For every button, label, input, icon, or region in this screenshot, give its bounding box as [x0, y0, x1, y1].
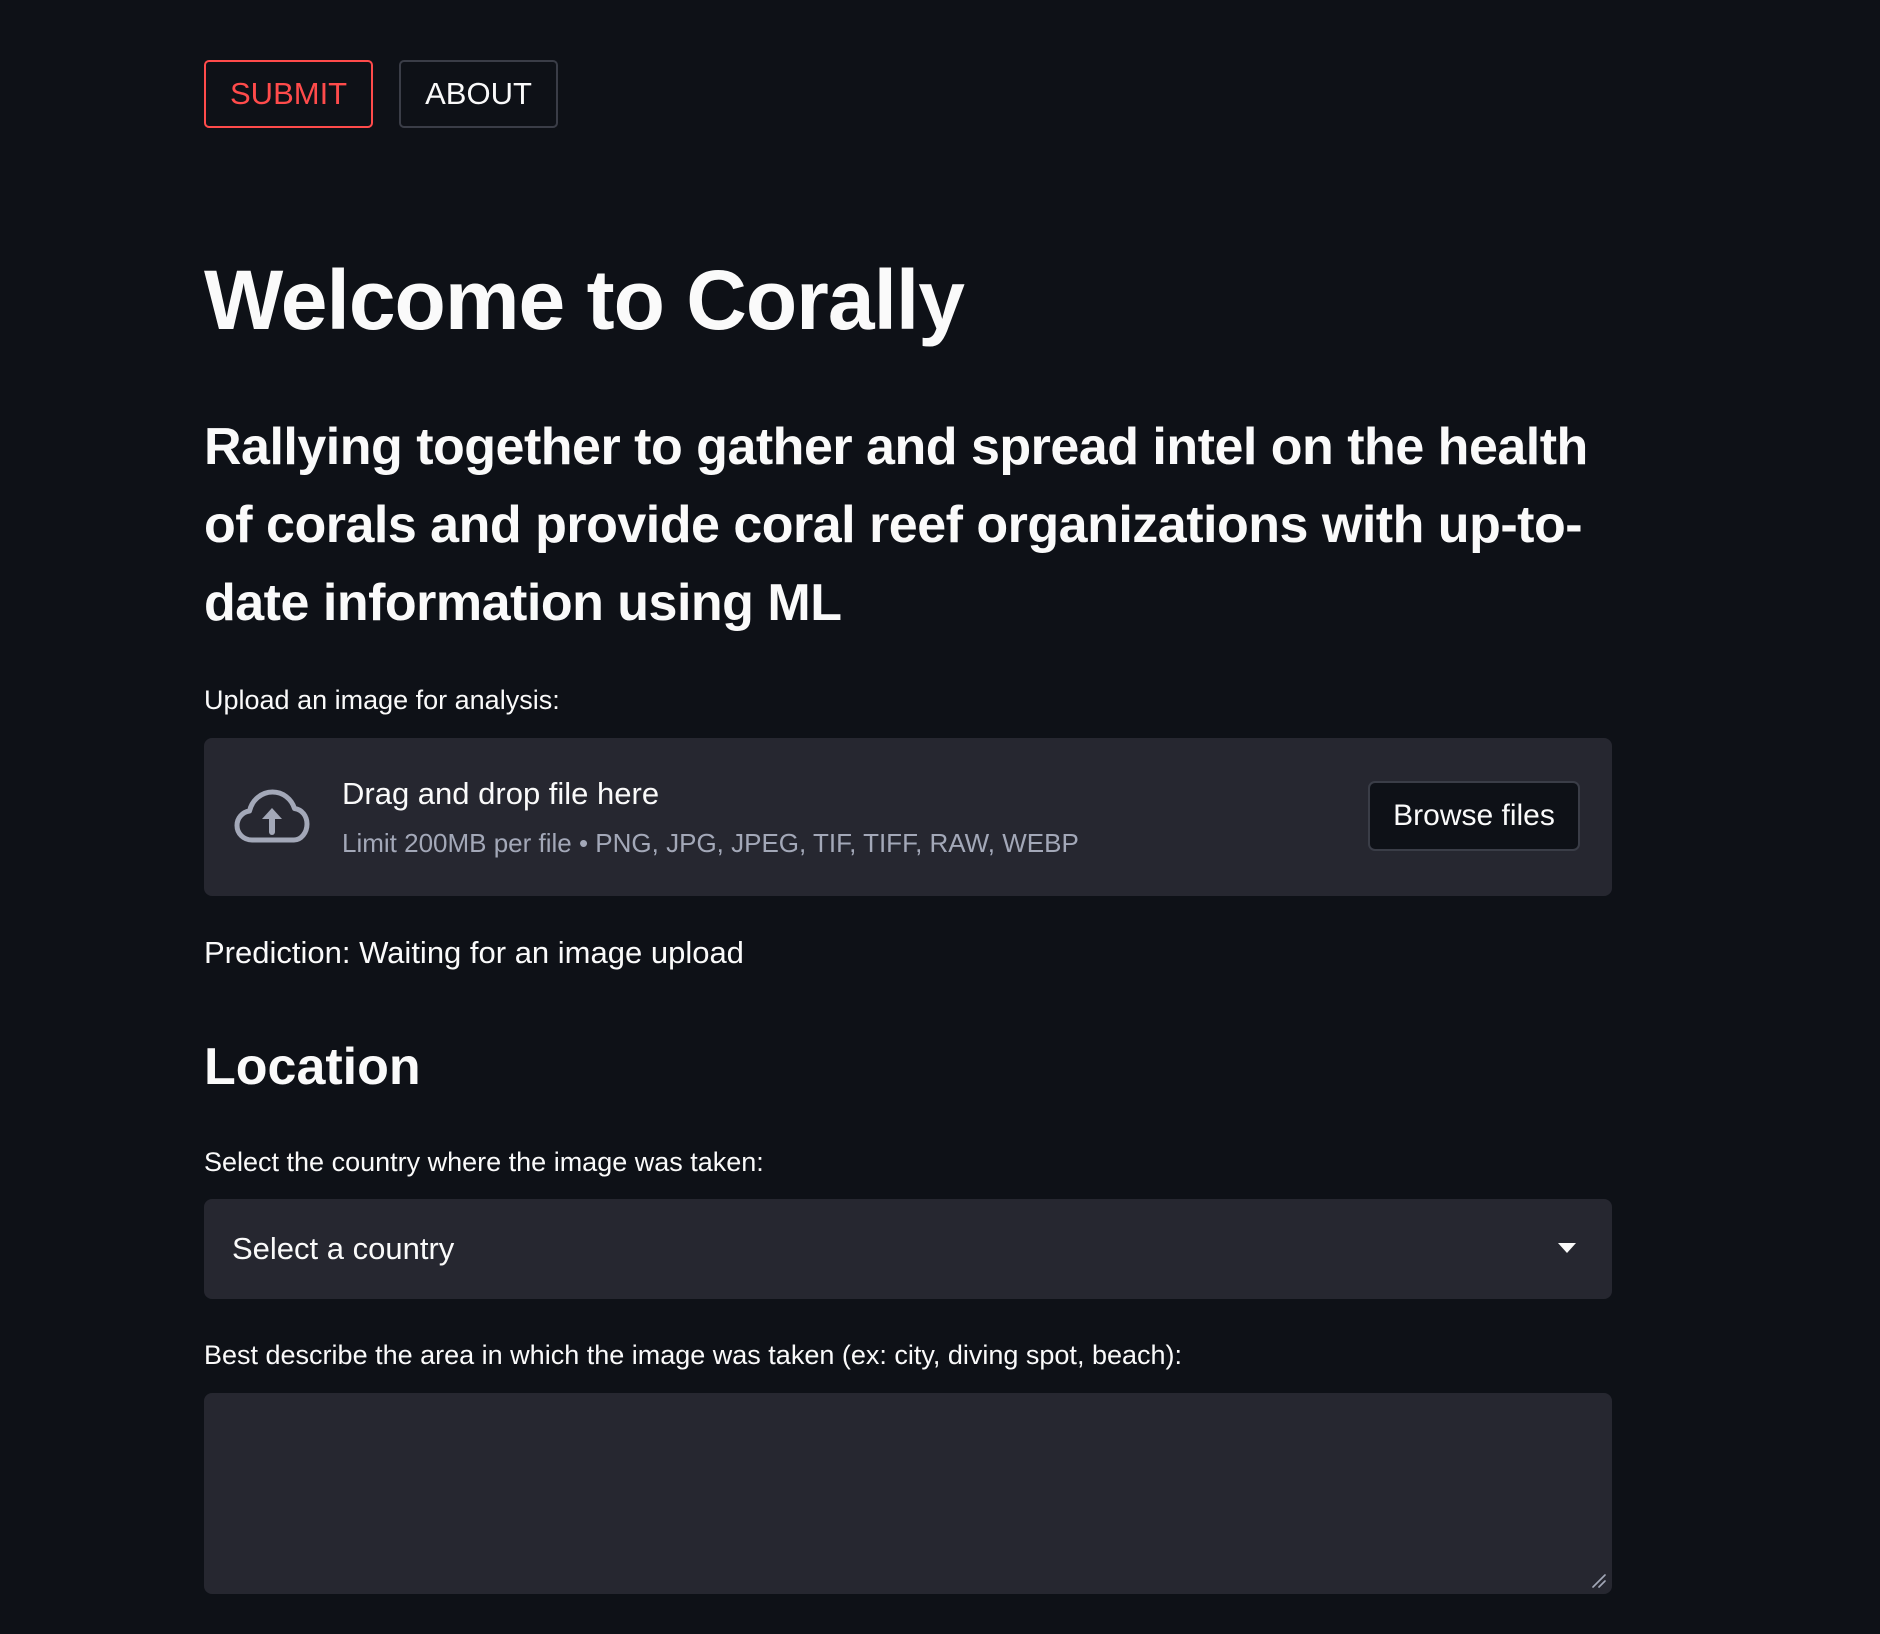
location-heading: Location — [204, 1038, 421, 1096]
country-select-value: Select a country — [232, 1231, 455, 1266]
prediction-status: Prediction: Waiting for an image upload — [204, 935, 744, 970]
cloud-upload-icon — [234, 789, 310, 843]
resize-handle-icon[interactable] — [1590, 1572, 1606, 1588]
country-select-label: Select the country where the image was t… — [204, 1147, 764, 1177]
area-description-label: Best describe the area in which the imag… — [204, 1340, 1182, 1370]
app-page: SUBMIT ABOUT Welcome to Corally Rallying… — [0, 0, 1880, 1634]
top-nav: SUBMIT ABOUT — [204, 60, 558, 128]
dropzone-title: Drag and drop file here — [342, 776, 660, 811]
chevron-down-icon — [1558, 1243, 1576, 1253]
country-select[interactable]: Select a country — [204, 1199, 1612, 1299]
area-description-textarea[interactable] — [204, 1393, 1612, 1594]
upload-label: Upload an image for analysis: — [204, 685, 560, 715]
page-subtitle: Rallying together to gather and spread i… — [204, 418, 1588, 632]
browse-files-button[interactable]: Browse files — [1368, 781, 1580, 851]
page-title: Welcome to Corally — [204, 253, 965, 347]
file-dropzone[interactable]: Drag and drop file here Limit 200MB per … — [204, 738, 1612, 896]
area-description-wrapper — [204, 1393, 1612, 1594]
dropzone-limit-text: Limit 200MB per file • PNG, JPG, JPEG, T… — [342, 828, 1079, 858]
about-tab-button[interactable]: ABOUT — [399, 60, 558, 128]
submit-tab-button[interactable]: SUBMIT — [204, 60, 374, 128]
